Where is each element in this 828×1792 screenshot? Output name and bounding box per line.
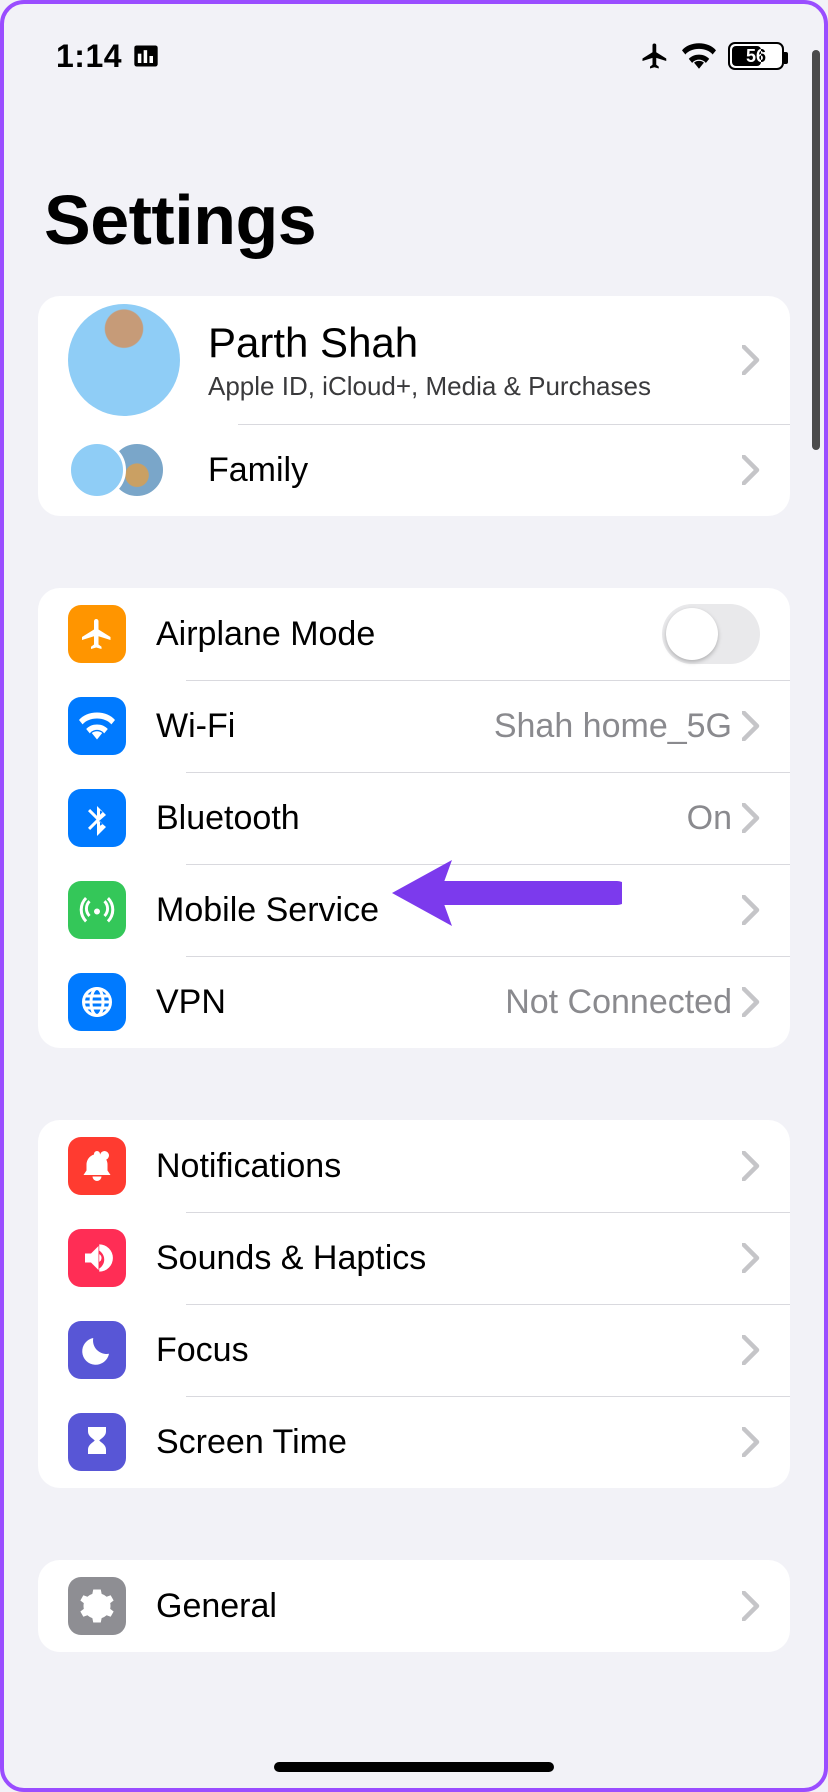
airplane-toggle[interactable] <box>662 604 760 664</box>
wifi-status-icon <box>682 43 716 69</box>
battery-indicator: 56 <box>728 42 784 70</box>
chevron-right-icon <box>742 803 760 833</box>
profile-subtitle: Apple ID, iCloud+, Media & Purchases <box>208 371 742 402</box>
home-indicator[interactable] <box>274 1762 554 1772</box>
chevron-right-icon <box>742 345 760 375</box>
activity-icon <box>132 42 160 70</box>
mobile-service-row[interactable]: Mobile Service <box>38 864 790 956</box>
status-bar: 1:14 56 <box>4 4 824 84</box>
mobile-label: Mobile Service <box>156 891 742 930</box>
apple-id-row[interactable]: Parth Shah Apple ID, iCloud+, Media & Pu… <box>38 296 790 424</box>
status-right: 56 <box>640 41 784 71</box>
battery-percent: 56 <box>746 46 766 67</box>
notifications-row[interactable]: Notifications <box>38 1120 790 1212</box>
avatar <box>68 304 180 416</box>
antenna-icon <box>68 881 126 939</box>
sounds-label: Sounds & Haptics <box>156 1239 742 1278</box>
focus-label: Focus <box>156 1331 742 1370</box>
family-label: Family <box>208 451 742 490</box>
profile-group: Parth Shah Apple ID, iCloud+, Media & Pu… <box>38 296 790 516</box>
bluetooth-icon <box>68 789 126 847</box>
chevron-right-icon <box>742 895 760 925</box>
gear-icon <box>68 1577 126 1635</box>
vpn-value: Not Connected <box>505 983 732 1022</box>
bell-icon <box>68 1137 126 1195</box>
speaker-icon <box>68 1229 126 1287</box>
wifi-row[interactable]: Wi-Fi Shah home_5G <box>38 680 790 772</box>
family-row[interactable]: Family <box>38 424 790 516</box>
status-time: 1:14 <box>56 38 122 75</box>
chevron-right-icon <box>742 1427 760 1457</box>
chevron-right-icon <box>742 1151 760 1181</box>
globe-icon <box>68 973 126 1031</box>
focus-row[interactable]: Focus <box>38 1304 790 1396</box>
vpn-row[interactable]: VPN Not Connected <box>38 956 790 1048</box>
chevron-right-icon <box>742 455 760 485</box>
general-label: General <box>156 1587 742 1626</box>
airplane-label: Airplane Mode <box>156 615 662 654</box>
screen-time-label: Screen Time <box>156 1423 742 1462</box>
hourglass-icon <box>68 1413 126 1471</box>
profile-name: Parth Shah <box>208 319 742 367</box>
bluetooth-label: Bluetooth <box>156 799 687 838</box>
chevron-right-icon <box>742 1335 760 1365</box>
sounds-row[interactable]: Sounds & Haptics <box>38 1212 790 1304</box>
general-row[interactable]: General <box>38 1560 790 1652</box>
chevron-right-icon <box>742 987 760 1017</box>
status-left: 1:14 <box>56 38 160 75</box>
airplane-mode-status-icon <box>640 41 670 71</box>
wifi-icon <box>68 697 126 755</box>
airplane-mode-row[interactable]: Airplane Mode <box>38 588 790 680</box>
attention-group: Notifications Sounds & Haptics Focus Scr… <box>38 1120 790 1488</box>
page-title: Settings <box>4 84 824 296</box>
bluetooth-row[interactable]: Bluetooth On <box>38 772 790 864</box>
family-avatars <box>68 437 180 503</box>
wifi-label: Wi-Fi <box>156 707 494 746</box>
chevron-right-icon <box>742 1243 760 1273</box>
system-group: General <box>38 1560 790 1652</box>
scrollbar[interactable] <box>812 50 820 450</box>
wifi-value: Shah home_5G <box>494 707 732 746</box>
airplane-icon <box>68 605 126 663</box>
screen-time-row[interactable]: Screen Time <box>38 1396 790 1488</box>
vpn-label: VPN <box>156 983 505 1022</box>
bluetooth-value: On <box>687 799 732 838</box>
notifications-label: Notifications <box>156 1147 742 1186</box>
moon-icon <box>68 1321 126 1379</box>
chevron-right-icon <box>742 1591 760 1621</box>
chevron-right-icon <box>742 711 760 741</box>
network-group: Airplane Mode Wi-Fi Shah home_5G Bluetoo… <box>38 588 790 1048</box>
